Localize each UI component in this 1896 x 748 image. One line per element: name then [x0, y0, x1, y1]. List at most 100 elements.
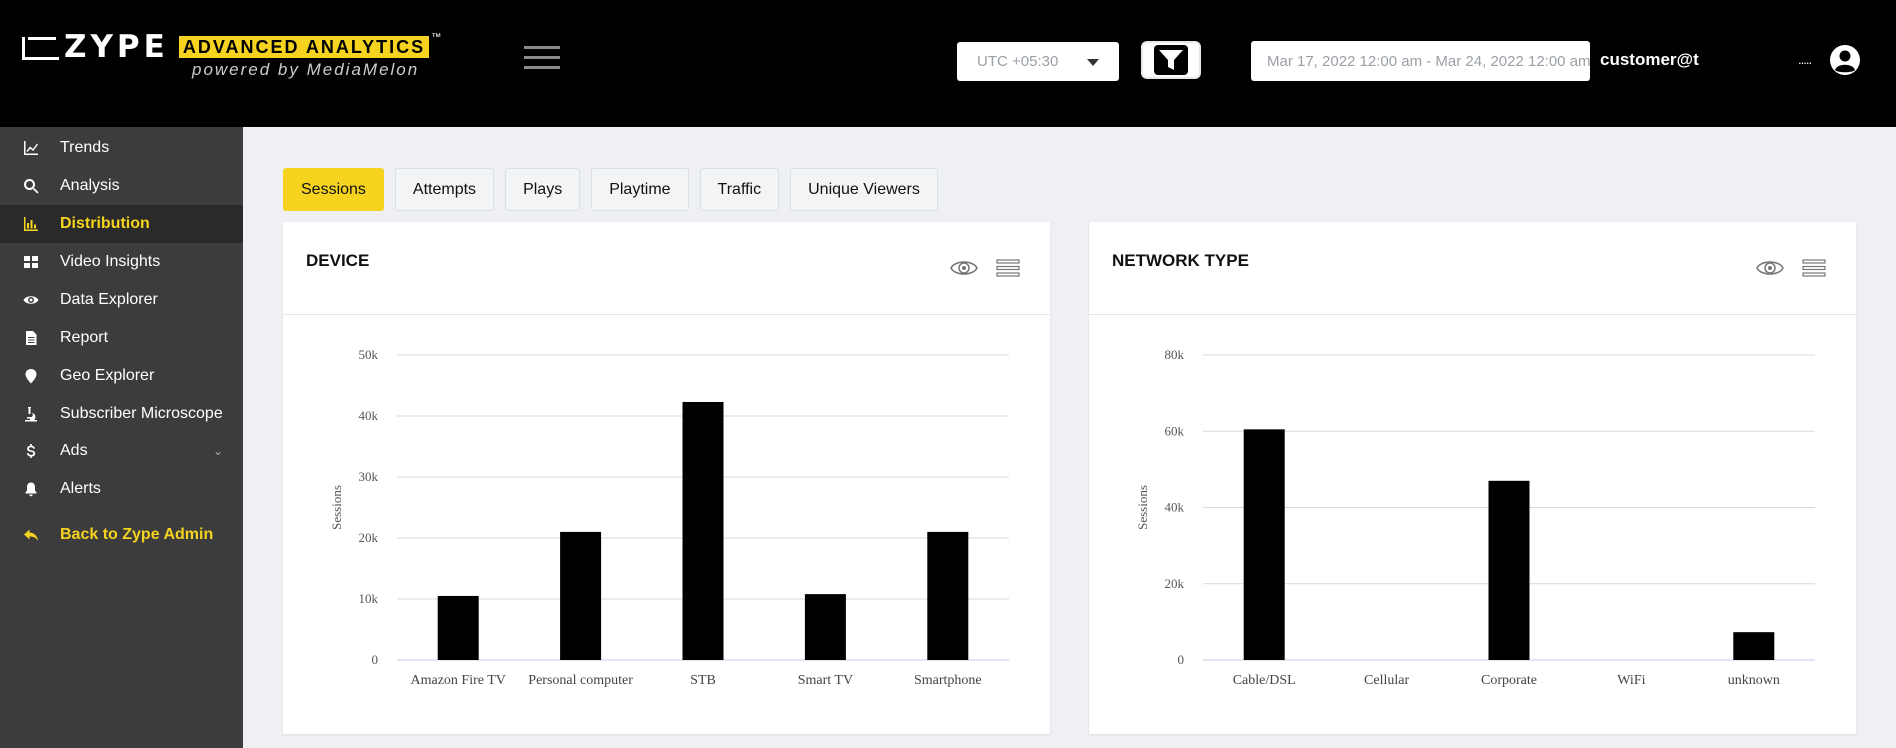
sidebar-item-video-insights[interactable]: Video Insights: [0, 243, 243, 281]
sidebar-item-distribution[interactable]: Distribution: [0, 205, 243, 243]
sidebar-item-report[interactable]: Report: [0, 319, 243, 357]
sidebar-item-label: Report: [60, 329, 109, 346]
map-pin-icon: [20, 368, 42, 384]
sidebar-item-label: Data Explorer: [60, 291, 158, 308]
x-tick-label: STB: [690, 673, 716, 688]
chevron-down-icon: ⌄: [212, 444, 223, 458]
sidebar-item-label: Alerts: [60, 480, 101, 497]
timezone-value: UTC +05:30: [977, 53, 1059, 70]
tab-sessions[interactable]: Sessions: [283, 168, 384, 211]
sidebar-item-geo-explorer[interactable]: Geo Explorer: [0, 357, 243, 395]
timezone-select[interactable]: UTC +05:30: [957, 42, 1119, 81]
bar: [437, 595, 479, 660]
sidebar-item-label: Geo Explorer: [60, 367, 155, 384]
y-tick-label: 40k: [1165, 500, 1185, 515]
grid-icon: [20, 254, 42, 270]
trends-icon: [20, 140, 42, 156]
sidebar-item-trends[interactable]: Trends: [0, 129, 243, 167]
reply-arrow-icon: [20, 527, 42, 543]
y-tick-label: 30k: [359, 469, 379, 484]
chart-menu-icon[interactable]: [996, 258, 1020, 278]
metric-tabs: Sessions Attempts Plays Playtime Traffic…: [283, 168, 949, 211]
sidebar-item-label: Trends: [60, 139, 110, 156]
sidebar-item-label: Video Insights: [60, 253, 161, 270]
bar: [804, 594, 846, 660]
x-tick-label: Cellular: [1364, 673, 1409, 688]
x-tick-label: Personal computer: [528, 673, 633, 688]
user-email-truncation: .....: [1798, 52, 1812, 67]
bar: [1733, 632, 1775, 660]
y-tick-label: 20k: [1165, 576, 1185, 591]
x-tick-label: WiFi: [1617, 673, 1645, 688]
logo-trademark: ™: [431, 32, 442, 43]
tab-attempts[interactable]: Attempts: [394, 168, 495, 211]
y-tick-label: 50k: [359, 347, 379, 362]
card-title: NETWORK TYPE: [1112, 251, 1249, 270]
bar: [682, 401, 724, 660]
x-tick-label: Smartphone: [914, 673, 982, 688]
sidebar-item-ads[interactable]: Ads ⌄: [0, 432, 243, 470]
y-axis-label: Sessions: [329, 485, 344, 530]
eye-icon: [20, 292, 42, 308]
x-tick-label: Smart TV: [798, 673, 853, 688]
sidebar-item-alerts[interactable]: Alerts: [0, 470, 243, 508]
filter-button[interactable]: [1141, 41, 1201, 79]
y-tick-label: 10k: [359, 591, 379, 606]
top-header: ZYPE ADVANCED ANALYTICS ™ powered by Med…: [0, 0, 1896, 127]
hamburger-menu-icon[interactable]: [524, 46, 560, 70]
view-eye-icon[interactable]: [950, 258, 978, 278]
tab-traffic[interactable]: Traffic: [699, 168, 780, 211]
tab-plays[interactable]: Plays: [505, 168, 581, 211]
bar: [1243, 429, 1285, 660]
device-chart-card: DEVICE 0 10k 20k 30k 40k 50k Sessions Amazon Fi…: [283, 222, 1050, 734]
y-axis-label: Sessions: [1135, 485, 1150, 530]
dollar-icon: [20, 443, 42, 459]
microscope-icon: [20, 406, 42, 422]
x-tick-label: Cable/DSL: [1233, 673, 1296, 688]
sidebar-item-label: Analysis: [60, 177, 120, 194]
document-icon: [20, 330, 42, 346]
bar: [560, 531, 602, 660]
sidebar-item-label: Subscriber Microscope: [60, 405, 223, 422]
chart-menu-icon[interactable]: [1802, 258, 1826, 278]
x-tick-label: unknown: [1728, 673, 1780, 688]
card-title: DEVICE: [306, 251, 370, 270]
bell-icon: [20, 481, 42, 497]
sidebar-item-analysis[interactable]: Analysis: [0, 167, 243, 205]
x-tick-label: Corporate: [1481, 673, 1537, 688]
filter-icon: [1154, 45, 1188, 75]
user-email[interactable]: customer@t: [1600, 50, 1699, 70]
bar-chart-icon: [20, 216, 42, 232]
y-tick-label: 80k: [1165, 347, 1185, 362]
y-tick-label: 60k: [1165, 423, 1185, 438]
y-tick-label: 40k: [359, 408, 379, 423]
sidebar: Trends Analysis Distribution Video Insig…: [0, 127, 243, 748]
device-bar-chart: 0 10k 20k 30k 40k 50k Sessions Amazon Fire TV Pe…: [329, 347, 1009, 688]
tab-playtime[interactable]: Playtime: [591, 168, 689, 211]
back-to-zype-admin-label: Back to Zype Admin: [60, 526, 214, 543]
logo-subtitle: powered by MediaMelon: [192, 60, 420, 79]
bar: [927, 531, 969, 660]
date-range-picker[interactable]: Mar 17, 2022 12:00 am - Mar 24, 2022 12:…: [1251, 41, 1590, 81]
tab-unique-viewers[interactable]: Unique Viewers: [790, 168, 938, 211]
bar: [1488, 480, 1530, 660]
sidebar-item-label: Distribution: [60, 215, 150, 232]
x-tick-label: Amazon Fire TV: [411, 673, 506, 688]
back-to-zype-admin-link[interactable]: Back to Zype Admin: [0, 516, 243, 554]
zype-logo-mark: [22, 35, 59, 60]
zype-logo[interactable]: ZYPE ADVANCED ANALYTICS ™: [22, 29, 442, 65]
y-tick-label: 0: [1178, 652, 1185, 667]
caret-down-icon: [1087, 59, 1099, 66]
logo-text: ZYPE: [64, 29, 169, 65]
sidebar-item-subscriber-microscope[interactable]: Subscriber Microscope: [0, 395, 243, 433]
search-icon: [20, 178, 42, 194]
network-type-bar-chart: 0 20k 40k 60k 80k Sessions Cable/DSL Cellular Co…: [1135, 347, 1815, 688]
user-avatar-icon[interactable]: [1829, 44, 1861, 76]
view-eye-icon[interactable]: [1756, 258, 1784, 278]
logo-badge: ADVANCED ANALYTICS: [178, 36, 430, 58]
sidebar-item-data-explorer[interactable]: Data Explorer: [0, 281, 243, 319]
network-type-chart-card: NETWORK TYPE 0 20k 40k 60k 80k Sessions Cable/…: [1089, 222, 1856, 734]
y-tick-label: 0: [372, 652, 379, 667]
y-tick-label: 20k: [359, 530, 379, 545]
sidebar-item-label: Ads: [60, 442, 88, 459]
